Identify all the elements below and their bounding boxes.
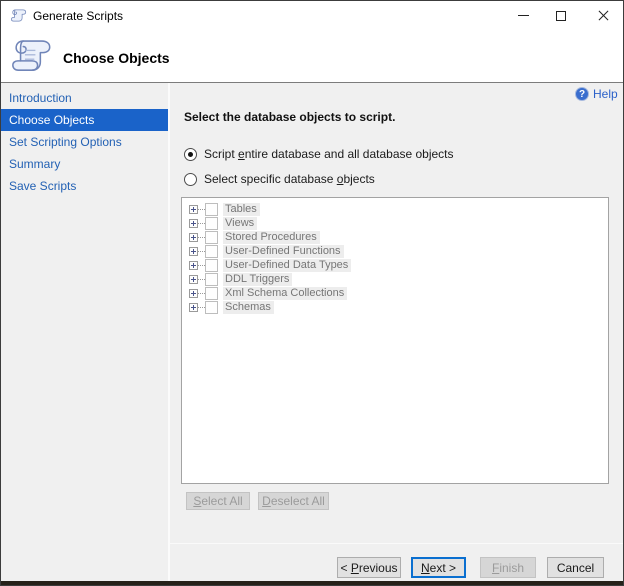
- checkbox: [205, 216, 218, 230]
- close-button[interactable]: [586, 1, 620, 30]
- sidebar-divider: [168, 83, 170, 581]
- tree-connector: [198, 208, 205, 210]
- sidebar-item-summary[interactable]: Summary: [1, 153, 168, 175]
- close-icon: [597, 9, 610, 22]
- maximize-icon: [556, 10, 566, 21]
- select-all-button: Select All: [186, 492, 250, 510]
- object-tree: Tables Views Stored Procedures User-Defi…: [181, 197, 609, 484]
- checkbox: [205, 286, 218, 300]
- script-scroll-icon: [10, 8, 27, 24]
- next-button[interactable]: Next >: [411, 557, 466, 578]
- help-link[interactable]: ? Help: [575, 87, 618, 101]
- wizard-steps-sidebar: Introduction Choose Objects Set Scriptin…: [1, 87, 168, 197]
- header-separator: [1, 82, 623, 83]
- cancel-button[interactable]: Cancel: [547, 557, 604, 578]
- sidebar-item-set-scripting-options[interactable]: Set Scripting Options: [1, 131, 168, 153]
- checkbox: [205, 300, 218, 314]
- tree-item-tables: Tables: [182, 202, 608, 216]
- tree-connector: [198, 236, 205, 238]
- minimize-button[interactable]: [506, 1, 540, 30]
- radio-script-entire-database[interactable]: Script entire database and all database …: [184, 147, 454, 161]
- finish-button: Finish: [480, 557, 536, 578]
- page-title: Choose Objects: [63, 50, 170, 66]
- help-label: Help: [593, 87, 618, 101]
- sidebar-item-choose-objects[interactable]: Choose Objects: [1, 109, 168, 131]
- expand-icon: [189, 246, 198, 256]
- script-scroll-icon: [9, 37, 53, 77]
- previous-button[interactable]: < Previous: [337, 557, 401, 578]
- expand-icon: [189, 232, 198, 242]
- checkbox: [205, 272, 218, 286]
- expand-icon: [189, 218, 198, 228]
- generate-scripts-window: Generate Scripts Choose Objects Introduc…: [0, 0, 624, 586]
- window-title: Generate Scripts: [33, 9, 124, 23]
- radio-label: Select specific database objects: [204, 172, 375, 186]
- expand-icon: [189, 288, 198, 298]
- radio-button-icon[interactable]: [184, 147, 197, 161]
- tree-item-ddl-triggers: DDL Triggers: [182, 272, 608, 286]
- help-icon: ?: [575, 87, 589, 101]
- expand-icon: [189, 274, 198, 284]
- tree-item-stored-procedures: Stored Procedures: [182, 230, 608, 244]
- tree-connector: [198, 278, 205, 280]
- tree-item-schemas: Schemas: [182, 300, 608, 314]
- footer-separator: [170, 543, 623, 544]
- minimize-icon: [517, 15, 529, 16]
- tree-connector: [198, 222, 205, 224]
- radio-label: Script entire database and all database …: [204, 147, 454, 161]
- tree-item-views: Views: [182, 216, 608, 230]
- expand-icon: [189, 204, 198, 214]
- instruction-text: Select the database objects to script.: [184, 110, 396, 124]
- sidebar-item-introduction[interactable]: Introduction: [1, 87, 168, 109]
- checkbox: [205, 202, 218, 216]
- tree-item-user-defined-data-types: User-Defined Data Types: [182, 258, 608, 272]
- deselect-all-button: Deselect All: [258, 492, 329, 510]
- titlebar[interactable]: Generate Scripts: [1, 1, 623, 31]
- window-bottom-edge: [1, 581, 623, 585]
- sidebar-item-save-scripts[interactable]: Save Scripts: [1, 175, 168, 197]
- expand-icon: [189, 260, 198, 270]
- tree-item-user-defined-functions: User-Defined Functions: [182, 244, 608, 258]
- radio-button-icon[interactable]: [184, 172, 197, 186]
- maximize-button[interactable]: [544, 1, 578, 30]
- tree-connector: [198, 292, 205, 294]
- checkbox: [205, 244, 218, 258]
- tree-item-xml-schema-collections: Xml Schema Collections: [182, 286, 608, 300]
- checkbox: [205, 230, 218, 244]
- tree-connector: [198, 250, 205, 252]
- expand-icon: [189, 302, 198, 312]
- tree-connector: [198, 306, 205, 308]
- tree-connector: [198, 264, 205, 266]
- radio-select-specific-objects[interactable]: Select specific database objects: [184, 172, 375, 186]
- checkbox: [205, 258, 218, 272]
